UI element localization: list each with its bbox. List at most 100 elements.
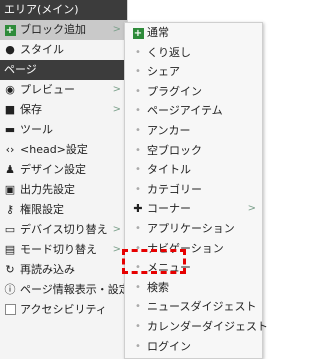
menu-item-label: プレビュー — [20, 83, 75, 96]
submenu-item-news-digest[interactable]: • ニュースダイジェスト — [125, 297, 262, 317]
save-icon: ■ — [4, 103, 16, 116]
menu-item-head-settings[interactable]: ‹› <head>設定 — [0, 140, 127, 160]
submenu-item-label: ナビゲーション — [147, 241, 224, 255]
menu-item-label: デザイン設定 — [20, 163, 86, 176]
submenu-item-title[interactable]: • タイトル — [125, 160, 262, 180]
submenu-item-anchor[interactable]: • アンカー — [125, 121, 262, 141]
submenu-arrow-icon: > — [112, 104, 121, 115]
bullet-icon: • — [135, 340, 141, 352]
submenu-item-share[interactable]: • シェア — [125, 62, 262, 82]
menu-item-preview[interactable]: ◉ プレビュー > — [0, 80, 127, 100]
menu-item-label: ページ情報表示・設定 — [20, 283, 127, 296]
submenu-item-calendar-digest[interactable]: • カレンダーダイジェスト — [125, 317, 268, 337]
submenu-arrow-icon: > — [112, 84, 121, 95]
submenu-item-category[interactable]: • カテゴリー — [125, 180, 262, 200]
menu-item-save[interactable]: ■ 保存 > — [0, 100, 127, 120]
submenu-arrow-icon: > — [112, 244, 121, 255]
submenu-item-label: シェア — [147, 65, 180, 79]
menu-item-reload[interactable]: ↻ 再読み込み — [0, 260, 127, 280]
menu-item-label: アクセシビリティ — [20, 303, 107, 316]
submenu-item-label: ログイン — [147, 339, 191, 353]
menu-item-label: 権限設定 — [20, 203, 64, 216]
plus-icon: + — [132, 28, 144, 39]
submenu-item-corner[interactable]: ✚ コーナー > — [125, 199, 262, 219]
reload-icon: ↻ — [5, 263, 15, 276]
menu-item-tools[interactable]: ▬ ツール — [0, 120, 127, 140]
paint-icon: ● — [5, 43, 15, 56]
submenu-arrow-icon: > — [247, 203, 256, 215]
submenu-item-normal[interactable]: + 通常 — [125, 23, 262, 43]
submenu-item-label: くり返し — [147, 45, 191, 59]
submenu-item-plugin[interactable]: • プラグイン — [125, 82, 262, 102]
mode-icon: ▤ — [4, 243, 16, 256]
menu-item-design-settings[interactable]: ♟ デザイン設定 — [0, 160, 127, 180]
submenu-item-label: 通常 — [147, 26, 169, 39]
submenu-item-label: プラグイン — [147, 84, 202, 98]
bullet-icon: • — [135, 281, 141, 293]
output-icon: ▣ — [4, 183, 16, 196]
submenu-item-menu[interactable]: • メニュー — [125, 258, 262, 278]
menu-item-label: ツール — [20, 123, 53, 136]
device-icon: ▭ — [4, 223, 16, 236]
tools-icon: ▬ — [4, 123, 16, 136]
puzzle-icon: ✚ — [133, 202, 143, 216]
section-header-page: ページ — [0, 60, 127, 80]
menu-item-mode-switch[interactable]: ▤ モード切り替え > — [0, 240, 127, 260]
submenu-item-repeat[interactable]: • くり返し — [125, 43, 262, 63]
menu-item-label: デバイス切り替え — [20, 223, 108, 236]
submenu-item-label: アプリケーション — [147, 221, 235, 235]
bullet-icon: • — [135, 124, 141, 136]
menu-item-add-block[interactable]: + ブロック追加 > — [0, 20, 127, 40]
design-icon: ♟ — [5, 163, 15, 176]
key-icon: ⚷ — [5, 203, 15, 216]
submenu-item-empty-block[interactable]: • 空ブロック — [125, 141, 262, 161]
submenu-item-label: カレンダーダイジェスト — [147, 319, 268, 333]
menu-item-label: ブロック追加 — [20, 23, 86, 36]
bullet-icon: • — [135, 164, 141, 176]
submenu-item-navigation[interactable]: • ナビゲーション — [125, 239, 262, 259]
main-menu: エリア(メイン) + ブロック追加 > ● スタイル ページ ◉ プレビュー >… — [0, 0, 128, 359]
menu-item-accessibility[interactable]: アクセシビリティ — [0, 300, 127, 320]
info-icon: ⓘ — [4, 283, 16, 296]
menu-item-style[interactable]: ● スタイル — [0, 40, 127, 60]
menu-item-page-info[interactable]: ⓘ ページ情報表示・設定 — [0, 280, 128, 300]
menu-item-output-settings[interactable]: ▣ 出力先設定 — [0, 180, 127, 200]
menu-item-label: モード切り替え — [20, 243, 97, 256]
submenu-item-search[interactable]: • 検索 — [125, 278, 262, 298]
submenu-item-label: ページアイテム — [147, 104, 223, 118]
bullet-icon: • — [135, 46, 141, 58]
bullet-icon: • — [135, 105, 141, 117]
submenu-item-login[interactable]: • ログイン — [125, 337, 262, 357]
code-icon: ‹› — [5, 143, 15, 156]
menu-item-label: 出力先設定 — [20, 183, 75, 196]
menu-item-label: 再読み込み — [20, 263, 75, 276]
submenu-item-label: 空ブロック — [147, 143, 202, 157]
menu-item-label: 保存 — [20, 103, 42, 116]
submenu-item-application[interactable]: • アプリケーション — [125, 219, 262, 239]
plus-icon: + — [4, 25, 16, 36]
bullet-icon: • — [135, 242, 141, 254]
menu-item-device-switch[interactable]: ▭ デバイス切り替え > — [0, 220, 127, 240]
checkbox-icon[interactable] — [4, 304, 16, 316]
menu-item-permission-settings[interactable]: ⚷ 権限設定 — [0, 200, 127, 220]
bullet-icon: • — [135, 301, 141, 313]
bullet-icon: • — [135, 262, 141, 274]
menu-item-label: スタイル — [20, 43, 64, 56]
bullet-icon: • — [135, 144, 141, 156]
submenu-item-label: メニュー — [147, 261, 191, 275]
section-header-area: エリア(メイン) — [0, 0, 127, 20]
submenu-item-label: ニュースダイジェスト — [147, 300, 257, 314]
submenu-item-label: コーナー — [147, 202, 191, 216]
submenu-item-label: カテゴリー — [147, 182, 202, 196]
submenu-item-label: 検索 — [147, 280, 169, 294]
eye-icon: ◉ — [5, 83, 15, 96]
bullet-icon: • — [135, 85, 141, 97]
submenu-arrow-icon: > — [112, 24, 121, 35]
bullet-icon: • — [135, 222, 141, 234]
submenu-item-label: タイトル — [147, 163, 191, 177]
submenu-item-page-item[interactable]: • ページアイテム — [125, 101, 262, 121]
submenu-arrow-icon: > — [112, 224, 121, 235]
add-block-submenu: + 通常 • くり返し • シェア • プラグイン • ページアイテム • アン… — [124, 22, 268, 359]
submenu-item-label: アンカー — [147, 123, 191, 137]
bullet-icon: • — [135, 320, 141, 332]
